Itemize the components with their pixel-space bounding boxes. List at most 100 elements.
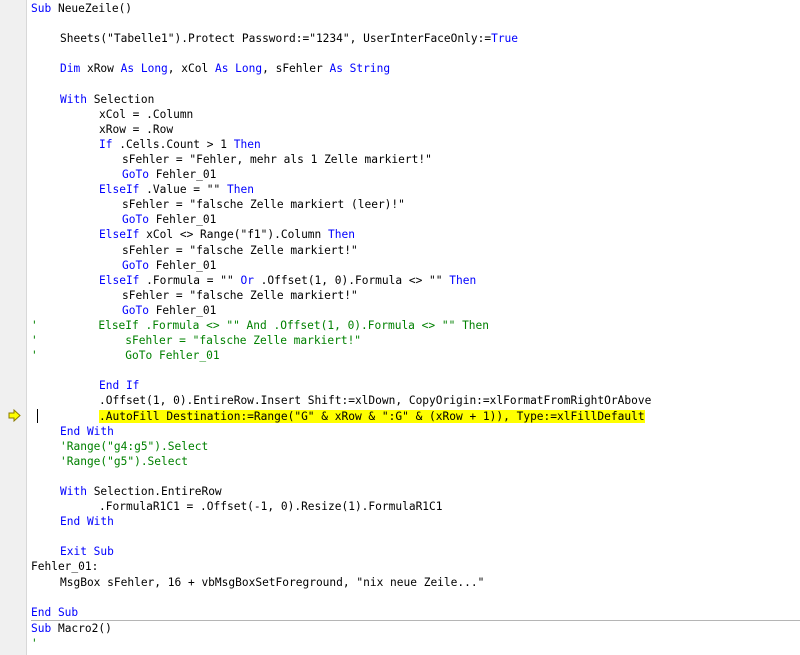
code-line[interactable]: GoTo Fehler_01 [31, 167, 800, 182]
code-line-text: GoTo Fehler_01 [122, 304, 216, 317]
keyword-token: GoTo [122, 213, 156, 227]
code-line[interactable]: End If [31, 378, 800, 393]
keyword-token: As String [329, 62, 391, 76]
code-line[interactable]: .Offset(1, 0).EntireRow.Insert Shift:=xl… [31, 393, 800, 408]
code-line-text: sFehler = "falsche Zelle markiert!" [122, 289, 358, 302]
code-line-text: Dim xRow As Long, xCol As Long, sFehler … [60, 62, 390, 75]
code-token: Fehler_01 [155, 258, 217, 272]
keyword-token: GoTo [122, 168, 156, 182]
code-line[interactable]: End With [31, 514, 800, 529]
code-line[interactable] [31, 46, 800, 61]
code-line[interactable]: With Selection.EntireRow [31, 484, 800, 499]
code-line[interactable]: .AutoFill Destination:=Range("G" & xRow … [31, 409, 800, 424]
code-token: .Formula = "" [146, 273, 241, 287]
keyword-token: Then [449, 273, 477, 287]
keyword-token: Or [240, 273, 261, 287]
code-line[interactable]: ElseIf xCol <> Range("f1").Column Then [31, 227, 800, 242]
code-line-text: 'Range("g4:g5").Select [60, 440, 208, 453]
code-line[interactable]: sFehler = "falsche Zelle markiert (leer)… [31, 197, 800, 212]
code-line[interactable]: xRow = .Row [31, 122, 800, 137]
keyword-token: End If [99, 379, 140, 393]
code-line[interactable]: sFehler = "falsche Zelle markiert!" [31, 288, 800, 303]
code-line[interactable]: 'Range("g5").Select [31, 454, 800, 469]
keyword-token: As Long [120, 62, 168, 76]
code-line[interactable]: sFehler = "Fehler, mehr als 1 Zelle mark… [31, 152, 800, 167]
code-area[interactable]: Sub NeueZeile() Sheets("Tabelle1").Protec… [31, 1, 800, 655]
code-line-text: End Sub [31, 606, 78, 619]
keyword-token: As Long [214, 62, 263, 76]
comment-token: ' sFehler = "falsche Zelle markiert!" [31, 334, 362, 348]
code-line[interactable]: ElseIf .Value = "" Then [31, 182, 800, 197]
code-token: sFehler = "falsche Zelle markiert!" [122, 243, 358, 257]
code-token: MsgBox sFehler, 16 + vbMsgBoxSetForegrou… [60, 575, 485, 589]
comment-token: 'Range("g5").Select [60, 454, 188, 468]
code-line-text: Sub NeueZeile() [31, 2, 132, 15]
code-line[interactable]: Dim xRow As Long, xCol As Long, sFehler … [31, 61, 800, 76]
code-line[interactable] [31, 16, 800, 31]
code-line[interactable]: GoTo Fehler_01 [31, 258, 800, 273]
keyword-token: Sub [31, 621, 58, 635]
code-line[interactable] [31, 529, 800, 544]
code-line-text: GoTo Fehler_01 [122, 213, 216, 226]
code-line[interactable]: .FormulaR1C1 = .Offset(-1, 0).Resize(1).… [31, 499, 800, 514]
keyword-token: GoTo [122, 258, 156, 272]
indicator-margin[interactable] [0, 0, 27, 655]
code-line-text: Sheets("Tabelle1").Protect Password:="12… [60, 32, 518, 45]
code-line-text: .AutoFill Destination:=Range("G" & xRow … [99, 409, 645, 423]
code-token: .Offset(1, 0).Formula <> "" [260, 273, 450, 287]
code-line[interactable]: Sheets("Tabelle1").Protect Password:="12… [31, 31, 800, 46]
comment-token: ' ElseIf .Formula <> "" And .Offset(1, 0… [31, 318, 490, 332]
code-line[interactable]: If .Cells.Count > 1 Then [31, 137, 800, 152]
code-line[interactable]: MsgBox sFehler, 16 + vbMsgBoxSetForegrou… [31, 575, 800, 590]
code-line[interactable]: ' sFehler = "falsche Zelle markiert!" [31, 333, 800, 348]
code-line-text: GoTo Fehler_01 [122, 168, 216, 181]
keyword-token: Then [328, 228, 355, 242]
code-line[interactable]: xCol = .Column [31, 107, 800, 122]
code-token: xRow [86, 62, 121, 76]
code-line[interactable] [31, 363, 800, 378]
code-line-text: ' ElseIf .Formula <> "" And .Offset(1, 0… [31, 319, 489, 332]
code-line-text: ElseIf xCol <> Range("f1").Column Then [99, 228, 355, 241]
code-line-text: End With [60, 515, 114, 528]
code-line[interactable]: Fehler_01: [31, 559, 800, 574]
code-line-text: sFehler = "falsche Zelle markiert!" [122, 244, 358, 257]
code-line[interactable]: Exit Sub [31, 544, 800, 559]
keyword-token: Sub [31, 2, 58, 15]
code-line[interactable]: With Selection [31, 92, 800, 107]
code-line[interactable]: ' ElseIf .Formula <> "" And .Offset(1, 0… [31, 318, 800, 333]
keyword-token: End Sub [31, 605, 79, 619]
text-cursor [37, 409, 38, 423]
code-token: Macro2() [57, 621, 112, 635]
code-line[interactable]: End Sub [31, 605, 800, 621]
keyword-token: Exit Sub [60, 545, 114, 559]
vba-code-editor[interactable]: Sub NeueZeile() Sheets("Tabelle1").Protec… [0, 0, 800, 655]
code-token: Fehler_01 [155, 213, 217, 227]
code-line-text: End If [99, 379, 139, 392]
code-token: NeueZeile() [57, 2, 133, 15]
code-line-text: xRow = .Row [99, 123, 173, 136]
code-line[interactable]: ElseIf .Formula = "" Or .Offset(1, 0).Fo… [31, 273, 800, 288]
code-token: Sheets("Tabelle1").Protect Password:="12… [60, 32, 492, 46]
code-line-text: With Selection [60, 93, 154, 106]
code-line-text: With Selection.EntireRow [60, 485, 222, 498]
code-line[interactable]: GoTo Fehler_01 [31, 212, 800, 227]
code-line[interactable]: End With [31, 424, 800, 439]
code-line-text: ' [31, 637, 38, 650]
code-line[interactable]: ' GoTo Fehler_01 [31, 348, 800, 363]
code-line[interactable]: 'Range("g4:g5").Select [31, 439, 800, 454]
code-line[interactable]: Sub NeueZeile() [31, 1, 800, 16]
code-line[interactable]: ' [31, 636, 800, 651]
code-token: .FormulaR1C1 = .Offset(-1, 0).Resize(1).… [99, 500, 443, 514]
code-token: sFehler = "Fehler, mehr als 1 Zelle mark… [122, 152, 432, 166]
code-token: Selection.EntireRow [93, 485, 222, 498]
keyword-token: ElseIf [99, 273, 147, 287]
code-line-text: ' sFehler = "falsche Zelle markiert!" [31, 334, 361, 347]
code-line[interactable]: sFehler = "falsche Zelle markiert!" [31, 243, 800, 258]
code-line-text: ' GoTo Fehler_01 [31, 349, 220, 362]
code-line[interactable] [31, 76, 800, 91]
code-line[interactable] [31, 469, 800, 484]
code-line[interactable] [31, 590, 800, 605]
code-line[interactable]: GoTo Fehler_01 [31, 303, 800, 318]
code-line[interactable]: Sub Macro2() [31, 621, 800, 636]
code-token: xCol = .Column [99, 107, 194, 121]
